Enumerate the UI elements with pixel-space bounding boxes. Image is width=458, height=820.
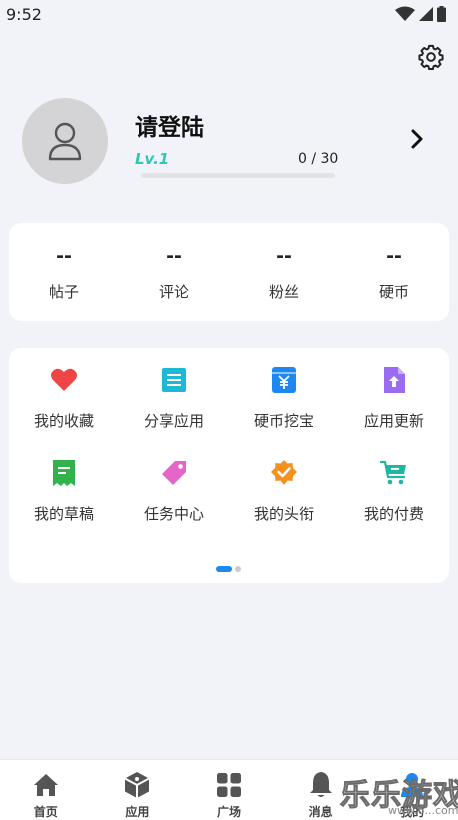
tab-apps[interactable]: 应用 — [92, 760, 184, 820]
task-center-button[interactable]: 任务中心 — [119, 459, 229, 524]
fn-label: 我的收藏 — [33, 412, 94, 430]
stat-posts[interactable]: -- 帖子 — [9, 223, 119, 321]
fn-label: 我的草稿 — [33, 505, 94, 523]
exp-progress-bar — [141, 173, 335, 178]
stats-card: -- 帖子 -- 评论 -- 粉丝 -- 硬币 — [9, 223, 449, 321]
favorites-button[interactable]: 我的收藏 — [9, 366, 119, 431]
cart-icon — [380, 459, 408, 487]
user-placeholder-icon — [48, 122, 82, 161]
battery-icon — [437, 6, 446, 22]
fn-label: 分享应用 — [143, 412, 204, 430]
avatar[interactable] — [22, 98, 108, 184]
draft-icon — [50, 459, 78, 487]
status-time: 9:52 — [6, 4, 42, 24]
tab-label: 应用 — [125, 805, 150, 819]
function-grid: 我的收藏 分享应用 硬币挖宝 应用更新 我的草稿 任务中心 我的头衔 我的付费 — [9, 366, 449, 524]
gear-icon — [418, 44, 444, 71]
bell-icon — [307, 771, 335, 799]
watermark-url: www.6...com — [388, 804, 458, 817]
level-badge: Lv.1 — [135, 150, 170, 168]
stat-label: 帖子 — [48, 283, 79, 301]
profile-arrow-button[interactable] — [404, 126, 430, 152]
settings-button[interactable] — [416, 42, 446, 72]
stat-value: -- — [166, 245, 182, 267]
status-bar: 9:52 — [0, 0, 458, 28]
my-payments-button[interactable]: 我的付费 — [339, 459, 449, 524]
share-app-button[interactable]: 分享应用 — [119, 366, 229, 431]
upload-file-icon — [380, 366, 408, 394]
profile-header[interactable]: 请登陆 Lv.1 0 / 30 — [0, 94, 458, 194]
badge-icon — [270, 459, 298, 487]
status-icons — [395, 6, 446, 22]
yen-coin-icon — [270, 366, 298, 394]
fn-label: 硬币挖宝 — [253, 412, 314, 430]
fn-label: 我的头衔 — [253, 505, 314, 523]
document-icon — [160, 366, 188, 394]
tab-label: 首页 — [33, 805, 58, 819]
fn-label: 应用更新 — [363, 412, 424, 430]
chevron-right-icon — [411, 129, 423, 149]
page-indicator[interactable] — [216, 566, 241, 572]
wifi-icon — [395, 6, 415, 21]
page-dot[interactable] — [235, 566, 241, 572]
tab-home[interactable]: 首页 — [0, 760, 92, 820]
functions-card: 我的收藏 分享应用 硬币挖宝 应用更新 我的草稿 任务中心 我的头衔 我的付费 — [9, 348, 449, 583]
stat-comments[interactable]: -- 评论 — [119, 223, 229, 321]
titles-button[interactable]: 我的头衔 — [229, 459, 339, 524]
home-icon — [32, 771, 60, 799]
drafts-button[interactable]: 我的草稿 — [9, 459, 119, 524]
stat-label: 评论 — [158, 283, 189, 301]
heart-icon — [50, 366, 78, 394]
grid-icon — [215, 771, 243, 799]
fn-label: 我的付费 — [363, 505, 424, 523]
username[interactable]: 请登陆 — [135, 108, 204, 142]
page-dot-active[interactable] — [216, 566, 232, 572]
fn-label: 任务中心 — [143, 505, 204, 523]
tag-icon — [160, 459, 188, 487]
app-update-button[interactable]: 应用更新 — [339, 366, 449, 431]
stat-value: -- — [56, 245, 72, 267]
watermark: 乐乐游戏 www.6...com — [338, 770, 458, 820]
stat-label: 粉丝 — [268, 283, 299, 301]
tab-label: 消息 — [308, 805, 333, 819]
signal-icon — [419, 7, 433, 21]
tab-square[interactable]: 广场 — [183, 760, 275, 820]
tab-label: 广场 — [216, 805, 241, 819]
stat-coins[interactable]: -- 硬币 — [339, 223, 449, 321]
stat-fans[interactable]: -- 粉丝 — [229, 223, 339, 321]
exp-count: 0 / 30 — [298, 151, 339, 167]
stat-value: -- — [276, 245, 292, 267]
stat-value: -- — [386, 245, 402, 267]
cube-icon — [123, 771, 151, 799]
stat-label: 硬币 — [378, 283, 409, 301]
coin-treasure-button[interactable]: 硬币挖宝 — [229, 366, 339, 431]
